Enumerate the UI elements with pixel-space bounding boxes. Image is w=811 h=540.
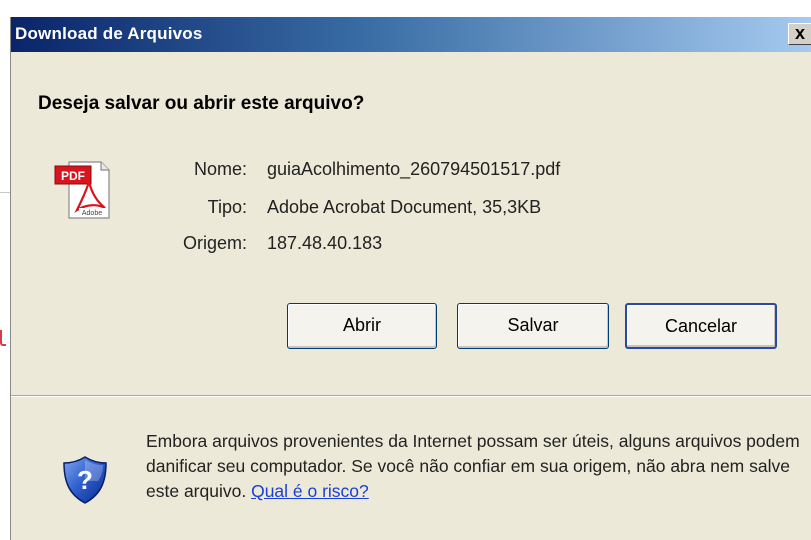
file-origin-label: Origem: xyxy=(182,233,247,253)
security-warning: Embora arquivos provenientes da Internet… xyxy=(146,429,806,504)
dialog-title: Download de Arquivos xyxy=(15,24,203,43)
risk-info-link[interactable]: Qual é o risco? xyxy=(251,481,369,501)
close-icon: x xyxy=(794,23,805,43)
divider xyxy=(11,395,811,397)
open-button[interactable]: Abrir xyxy=(287,303,437,349)
close-button[interactable]: x xyxy=(788,23,811,45)
pdf-brand-text: Adobe xyxy=(82,210,102,217)
pdf-badge-text: PDF xyxy=(61,169,85,183)
file-name-label: Nome: xyxy=(193,159,247,179)
file-name-value: guiaAcolhimento_260794501517.pdf xyxy=(267,159,561,179)
security-shield-question-icon: ? xyxy=(63,456,107,504)
pdf-file-icon: PDF Adobe xyxy=(54,161,110,219)
background-page-fragment xyxy=(0,330,6,346)
screen: Download de Arquivos x Deseja salvar ou … xyxy=(0,0,811,540)
background-page-fragment xyxy=(0,192,10,193)
security-warning-text: Embora arquivos provenientes da Internet… xyxy=(146,431,800,501)
save-button[interactable]: Salvar xyxy=(457,303,609,349)
file-origin-value: 187.48.40.183 xyxy=(267,233,383,253)
cancel-button[interactable]: Cancelar xyxy=(625,303,777,349)
svg-text:?: ? xyxy=(77,465,93,495)
file-type-label: Tipo: xyxy=(207,197,247,217)
download-dialog: Download de Arquivos x Deseja salvar ou … xyxy=(10,17,811,540)
title-bar[interactable]: Download de Arquivos x xyxy=(11,17,811,52)
dialog-question: Deseja salvar ou abrir este arquivo? xyxy=(38,93,365,114)
file-type-value: Adobe Acrobat Document, 35,3KB xyxy=(267,197,542,217)
